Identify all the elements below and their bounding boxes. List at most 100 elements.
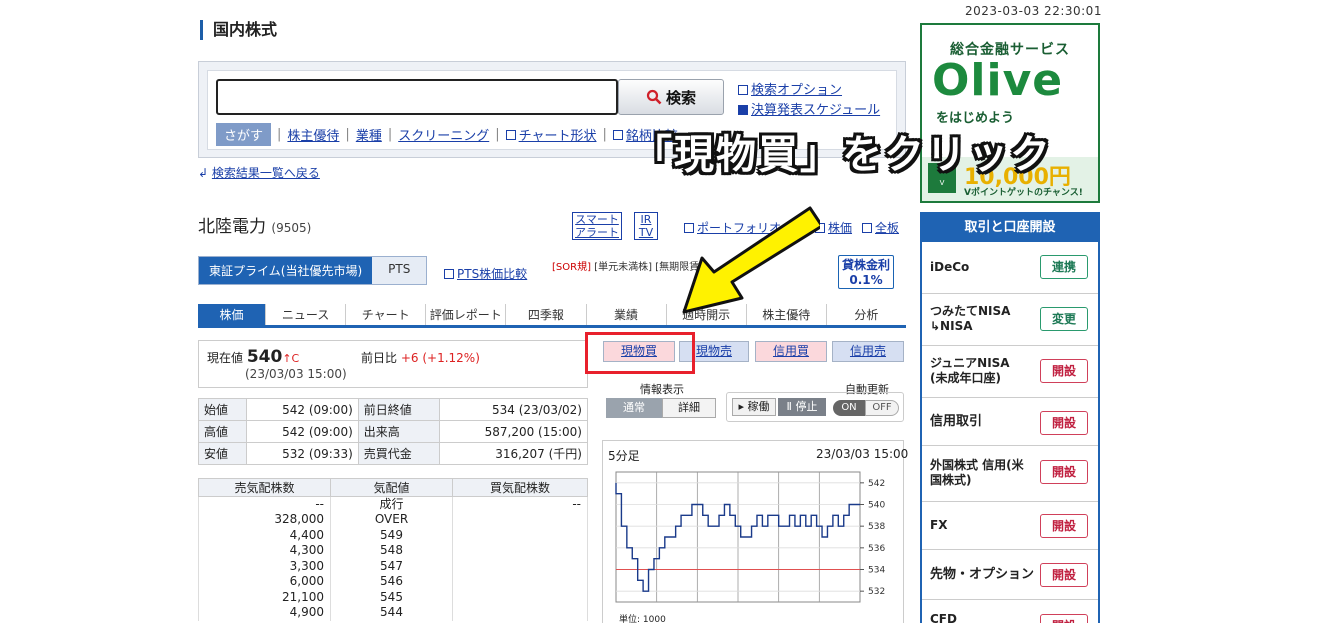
back-to-results-link[interactable]: ↲ 検索結果一覧へ戻る (198, 164, 320, 181)
table-cell (452, 574, 588, 590)
return-arrow-icon: ↲ (198, 166, 209, 180)
table-cell: 4,900 (198, 605, 331, 621)
table-cell: 542 (09:00) (245, 398, 359, 421)
table-cell: 587,200 (15:00) (438, 420, 589, 443)
pts-compare-link[interactable]: PTS株価比較 (444, 265, 527, 282)
market-tab-prime[interactable]: 東証プライム(当社優先市場) (199, 257, 373, 284)
sell-margin-button[interactable]: 信用売 (832, 341, 904, 362)
tab-news[interactable]: ニュース (266, 304, 347, 325)
auto-update-off-toggle[interactable]: OFF (865, 400, 899, 416)
full-board-link[interactable]: 全板 (862, 219, 899, 236)
account-row-nisa: つみたてNISA ↳NISA 変更 (922, 294, 1098, 346)
stop-button[interactable]: Ⅱ 停止 (778, 398, 826, 416)
chart-shape-icon (505, 129, 516, 140)
table-row: 3,300 547 (198, 558, 588, 574)
futures-open-button[interactable]: 開設 (1040, 563, 1088, 587)
table-cell: 547 (330, 558, 453, 574)
stockprice-link[interactable]: 株価 (815, 219, 852, 236)
search-tab-screening[interactable]: スクリーニング (398, 125, 489, 144)
auto-update-on-toggle[interactable]: ON (833, 400, 865, 416)
search-tab-chart-shape[interactable]: チャート形状 (519, 125, 597, 144)
search-button[interactable]: 検索 (618, 79, 724, 115)
search-icon (646, 89, 662, 105)
table-cell: 前日終値 (357, 398, 440, 421)
table-cell: 成行 (330, 496, 453, 512)
prev-change-label: 前日比 (361, 351, 398, 365)
tab-stock-price[interactable]: 株価 (198, 304, 266, 325)
olive-logo: Olive (932, 55, 1064, 106)
board-label: 全板 (875, 221, 900, 235)
ir-tv-button[interactable]: IR TV (634, 212, 658, 240)
lending-rate-badge[interactable]: 貸株金利 0.1% (838, 255, 894, 289)
display-detail-button[interactable]: 詳細 (662, 398, 716, 418)
run-button[interactable]: ▸ 稼働 (732, 398, 776, 416)
table-cell: 売買代金 (357, 442, 440, 465)
chart-time: 23/03/03 15:00 (816, 447, 909, 461)
tab-earnings[interactable]: 業績 (587, 304, 667, 325)
section-title: 国内株式 (200, 20, 277, 40)
separator: | (602, 127, 607, 142)
schedule-icon (738, 105, 748, 115)
table-cell: 328,000 (198, 512, 331, 528)
account-row-cfd: CFD 開設 (922, 600, 1098, 623)
table-header-row: 売気配株数 気配値 買気配株数 (198, 478, 588, 497)
table-cell: 3,300 (198, 558, 331, 574)
display-normal-button[interactable]: 通常 (606, 398, 662, 418)
stock-title: 北陸電力 (9505) (198, 212, 311, 237)
tab-shikiho[interactable]: 四季報 (506, 304, 587, 325)
table-cell: 545 (330, 589, 453, 605)
search-options: 検索オプション 決算発表スケジュール (738, 81, 880, 121)
lending-title: 貸株金利 (841, 258, 890, 272)
account-row-fx: FX 開設 (922, 502, 1098, 550)
table-row: 安値 532 (09:33) 売買代金 316,207 (千円) (198, 442, 589, 465)
table-cell: 546 (330, 574, 453, 590)
cfd-open-button[interactable]: 開設 (1040, 614, 1088, 623)
ideco-link-button[interactable]: 連携 (1040, 255, 1088, 279)
margin-open-button[interactable]: 開設 (1040, 411, 1088, 435)
account-panel: 取引と口座開設 iDeCo 連携 つみたてNISA ↳NISA 変更 ジュニアN… (920, 212, 1100, 623)
separator: | (277, 127, 282, 142)
table-cell: 532 (09:33) (245, 442, 359, 465)
pts-compare-icon (444, 269, 454, 279)
tab-chart[interactable]: チャート (346, 304, 427, 325)
account-panel-title: 取引と口座開設 (922, 214, 1098, 242)
search-tab-industry[interactable]: 業種 (356, 125, 382, 144)
y-tick-label: 538 (868, 522, 885, 532)
nisa-change-button[interactable]: 変更 (1040, 307, 1088, 331)
column-header: 買気配株数 (452, 478, 588, 497)
search-input[interactable] (216, 79, 618, 115)
account-row-label: CFD (930, 612, 957, 623)
earnings-schedule-link[interactable]: 決算発表スケジュール (751, 103, 880, 118)
smart-alert-button[interactable]: スマートアラート (572, 212, 622, 240)
board-icon (862, 223, 872, 233)
table-cell: 549 (330, 527, 453, 543)
current-price-box: 現在値 540↑C (23/03/03 15:00) 前日比 +6 (+1.12… (198, 340, 588, 388)
account-row-label: つみたてNISA ↳NISA (930, 304, 1011, 333)
account-row-label: FX (930, 518, 948, 532)
table-cell (452, 512, 588, 528)
table-cell: 534 (23/03/02) (438, 398, 589, 421)
stock-name: 北陸電力 (198, 217, 266, 237)
foreign-margin-open-button[interactable]: 開設 (1040, 460, 1088, 484)
market-tab-pts[interactable]: PTS (372, 257, 427, 284)
fx-open-button[interactable]: 開設 (1040, 514, 1088, 538)
table-cell: 安値 (198, 442, 247, 465)
table-cell (452, 605, 588, 621)
buy-margin-button[interactable]: 信用買 (755, 341, 827, 362)
y-tick-label: 540 (868, 501, 885, 511)
separator: | (495, 127, 500, 142)
junior-nisa-open-button[interactable]: 開設 (1040, 359, 1088, 383)
info-display-label: 情報表示 (640, 383, 684, 396)
table-row: -- 成行 -- (198, 496, 588, 512)
search-tab-sagasu[interactable]: さがす (216, 123, 272, 146)
stockprice-label: 株価 (828, 221, 853, 235)
tab-analysis[interactable]: 分析 (827, 304, 906, 325)
search-option-link[interactable]: 検索オプション (751, 83, 842, 98)
table-cell: -- (452, 496, 588, 512)
current-price-value: 540 (246, 347, 283, 367)
table-cell (452, 589, 588, 605)
search-tab-yutai[interactable]: 株主優待 (287, 125, 339, 144)
table-cell (452, 558, 588, 574)
tab-report[interactable]: 評価レポート (426, 304, 507, 325)
table-cell: 4,300 (198, 543, 331, 559)
